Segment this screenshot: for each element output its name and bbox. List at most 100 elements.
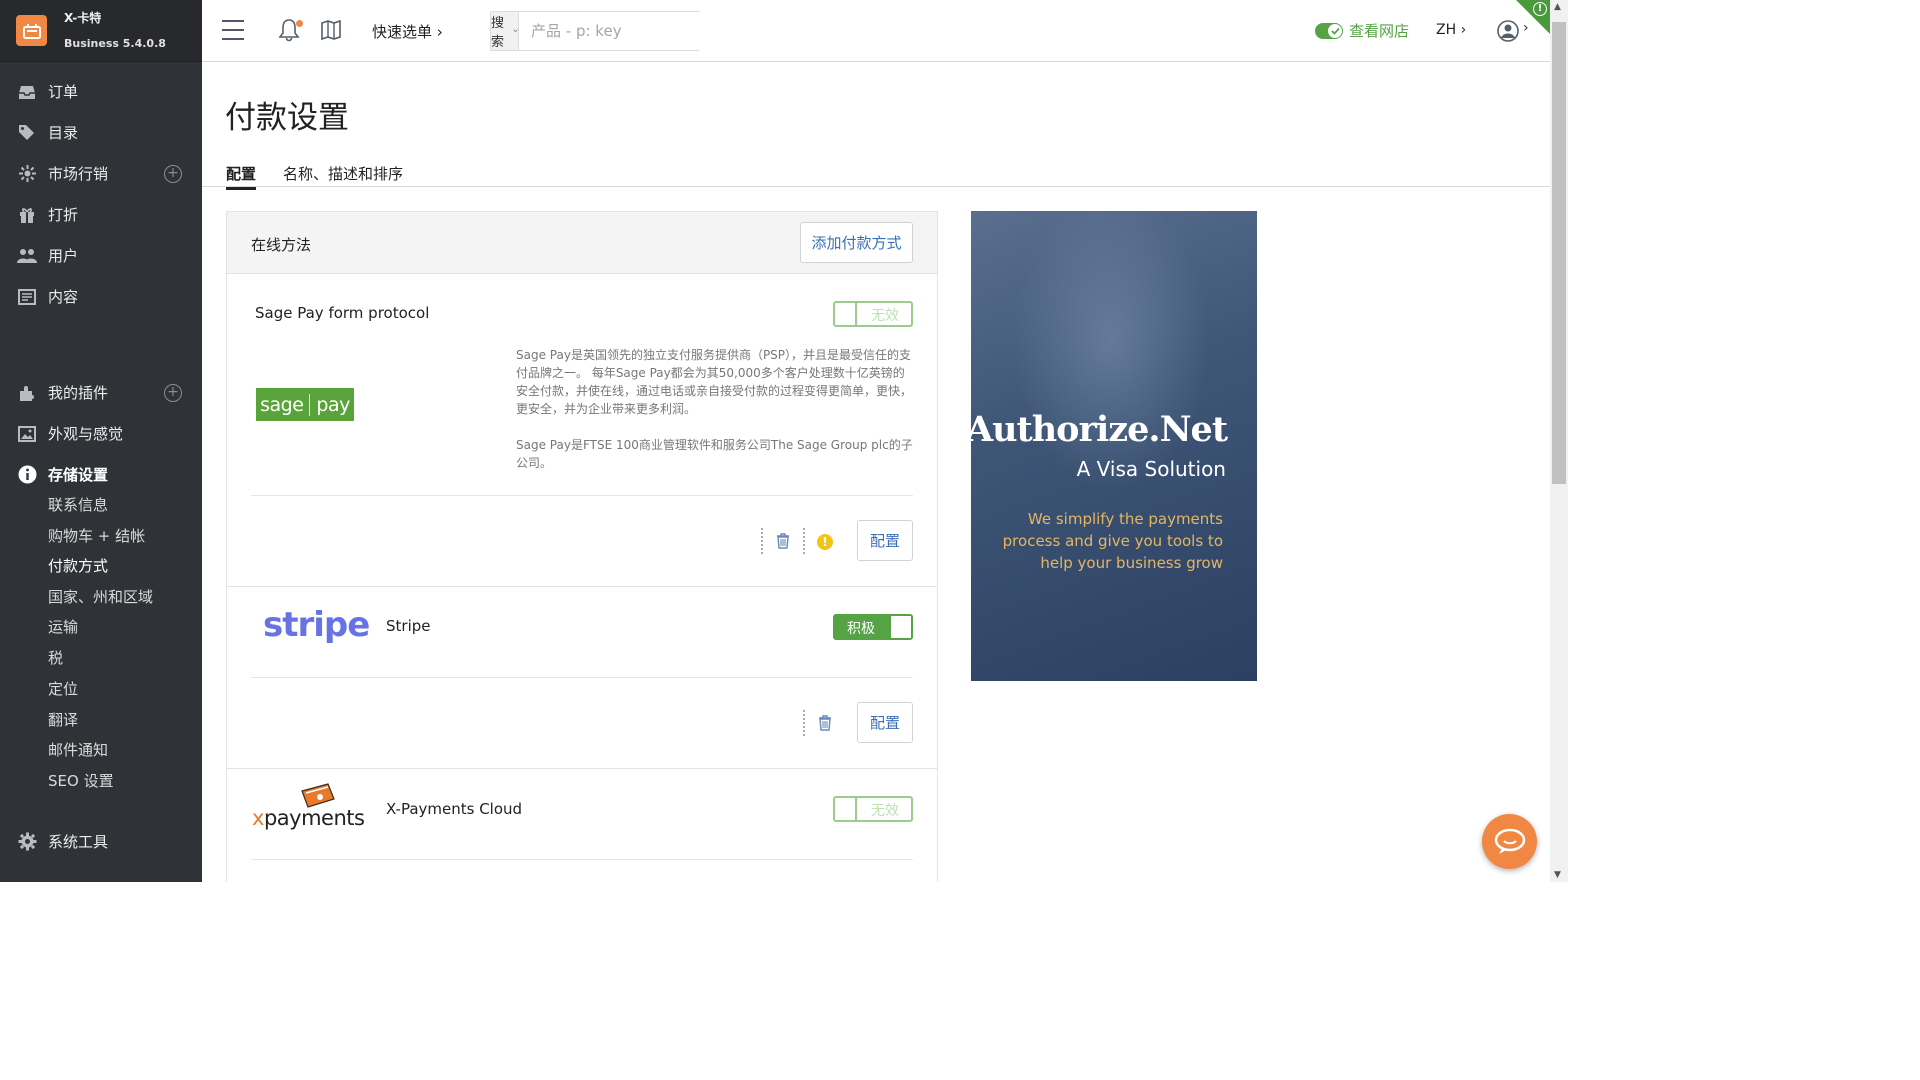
panel-title: 在线方法	[251, 236, 312, 254]
exclamation-icon: !	[1533, 2, 1547, 16]
search-type-dropdown[interactable]: 搜索	[491, 12, 520, 50]
add-addon-plus-icon[interactable]: +	[164, 383, 182, 402]
tags-icon	[17, 123, 37, 143]
sidebar-item-label: 订单	[48, 83, 79, 101]
scroll-up-arrow-icon[interactable]: ▲	[1554, 2, 1561, 12]
sidebar-item-system-tools[interactable]: 系统工具	[0, 821, 202, 862]
configure-button[interactable]: 配置	[857, 520, 913, 561]
chat-button[interactable]	[1482, 814, 1537, 869]
authorize-net-ad-banner[interactable]: Authorize.Net A Visa Solution We simplif…	[971, 211, 1257, 681]
xpayments-wordmark: xpayments	[252, 806, 365, 830]
online-methods-panel: 在线方法 添加付款方式 Sage Pay form protocol 无效 sa…	[226, 211, 938, 882]
sagepay-logo-left: sage	[260, 393, 304, 416]
sidebar-subitem-email-notifications[interactable]: 邮件通知	[48, 739, 108, 760]
sidebar-subitem-countries[interactable]: 国家、州和区域	[48, 586, 153, 607]
notification-dot	[296, 20, 303, 27]
sidebar-item-marketing[interactable]: 市场行销 +	[0, 153, 202, 194]
brand-version: Business 5.4.0.8	[64, 36, 166, 50]
divider	[251, 495, 913, 496]
page-title: 付款设置	[225, 100, 349, 136]
trash-icon[interactable]	[818, 715, 832, 735]
separator	[761, 528, 763, 554]
puzzle-icon	[17, 383, 37, 403]
tab-configuration[interactable]: 配置	[226, 163, 257, 190]
add-marketing-plus-icon[interactable]: +	[164, 164, 182, 183]
payment-method-xpayments: xpayments X-Payments Cloud 无效	[227, 769, 937, 883]
sidebar-subitem-payment-methods[interactable]: 付款方式	[48, 555, 108, 576]
add-payment-method-button[interactable]: 添加付款方式	[800, 222, 913, 263]
check-icon	[1328, 23, 1342, 38]
payment-method-sagepay: Sage Pay form protocol 无效 sage pay Sage P…	[227, 274, 937, 587]
view-store-label: 查看网店	[1349, 22, 1410, 40]
method-name: X-Payments Cloud	[386, 800, 523, 818]
view-store-switch[interactable]	[1315, 22, 1343, 39]
sidebar-item-discounts[interactable]: 打折	[0, 194, 202, 235]
sidebar-item-label: 打折	[48, 206, 79, 224]
divider	[251, 677, 913, 678]
panel-header: 在线方法 添加付款方式	[227, 212, 937, 274]
gear-icon	[17, 832, 37, 852]
sidebar-subitem-seo[interactable]: SEO 设置	[48, 770, 114, 791]
storefront-icon[interactable]	[320, 19, 342, 45]
sidebar-subitem-translations[interactable]: 翻译	[48, 709, 78, 730]
chat-bubble-icon	[1494, 828, 1525, 854]
sidebar-item-store-setup[interactable]: 存储设置	[0, 454, 202, 495]
sidebar-subitem-cart-checkout[interactable]: 购物车 + 结帐	[48, 525, 145, 546]
language-selector[interactable]: ZH ›	[1436, 22, 1466, 38]
sidebar-item-label: 存储设置	[48, 466, 109, 484]
hamburger-menu-icon[interactable]	[222, 20, 244, 40]
sidebar-item-label: 系统工具	[48, 833, 109, 851]
view-store-toggle[interactable]: 查看网店	[1315, 20, 1409, 41]
ad-tagline: We simplify the payments process and giv…	[1002, 510, 1223, 572]
brand-name: X-卡特	[64, 10, 102, 25]
sidebar-item-orders[interactable]: 订单	[0, 71, 202, 112]
status-label: 积极	[847, 621, 875, 637]
status-toggle-inactive[interactable]: 无效	[833, 301, 913, 327]
sidebar-subitem-taxes[interactable]: 税	[48, 647, 63, 668]
warning-icon[interactable]: !	[817, 534, 833, 550]
marketing-icon	[17, 164, 37, 184]
sidebar-item-content[interactable]: 内容	[0, 276, 202, 317]
sidebar-item-label: 用户	[48, 247, 79, 265]
sidebar-subitem-shipping[interactable]: 运输	[48, 616, 78, 637]
configure-button[interactable]: 配置	[857, 702, 913, 743]
trash-icon[interactable]	[776, 533, 790, 553]
toggle-knob	[835, 303, 857, 325]
search-input[interactable]	[519, 12, 726, 50]
ad-subtitle: A Visa Solution	[1076, 457, 1226, 481]
sidebar-item-label: 我的插件	[48, 384, 109, 402]
toggle-knob	[835, 798, 857, 820]
image-icon	[17, 424, 37, 444]
scroll-thumb[interactable]	[1552, 22, 1566, 484]
method-name: Stripe	[386, 617, 431, 635]
page-scrollbar[interactable]: ▲ ▼	[1550, 0, 1568, 882]
status-label: 无效	[871, 803, 899, 819]
tab-names-descriptions-sorting[interactable]: 名称、描述和排序	[283, 163, 403, 184]
separator	[803, 528, 805, 554]
sidebar-item-look-and-feel[interactable]: 外观与感觉	[0, 413, 202, 454]
sidebar-item-label: 市场行销	[48, 165, 109, 183]
method-description: Sage Pay是英国领先的独立支付服务提供商（PSP），并且是最受信任的支付品…	[516, 346, 914, 490]
top-bar: 快速选单 › 搜索 查看网店 ZH › ›	[202, 0, 1550, 62]
scroll-down-arrow-icon[interactable]: ▼	[1554, 870, 1561, 880]
xpayments-logo: xpayments	[252, 783, 365, 833]
sidebar-item-catalog[interactable]: 目录	[0, 112, 202, 153]
sidebar-subitem-localization[interactable]: 定位	[48, 678, 78, 699]
gift-icon	[17, 205, 37, 225]
info-icon	[17, 465, 37, 485]
toggle-knob	[889, 616, 911, 638]
brand-header[interactable]: X-卡特 Business 5.4.0.8	[0, 0, 202, 62]
description-paragraph: Sage Pay是英国领先的独立支付服务提供商（PSP），并且是最受信任的支付品…	[516, 348, 913, 416]
method-name: Sage Pay form protocol	[255, 304, 430, 322]
inbox-icon	[17, 82, 37, 102]
payment-method-stripe: stripe Stripe 积极 配置	[227, 587, 937, 769]
sidebar-subitem-contact-info[interactable]: 联系信息	[48, 494, 108, 515]
sidebar-item-users[interactable]: 用户	[0, 235, 202, 276]
tab-bar: 配置 名称、描述和排序	[202, 160, 1550, 190]
sidebar-item-my-addons[interactable]: 我的插件 +	[0, 372, 202, 413]
quick-menu-link[interactable]: 快速选单 ›	[372, 21, 443, 42]
divider	[251, 859, 913, 860]
status-toggle-active[interactable]: 积极	[833, 614, 913, 640]
status-toggle-inactive[interactable]: 无效	[833, 796, 913, 822]
sagepay-logo-right: pay	[316, 393, 350, 416]
